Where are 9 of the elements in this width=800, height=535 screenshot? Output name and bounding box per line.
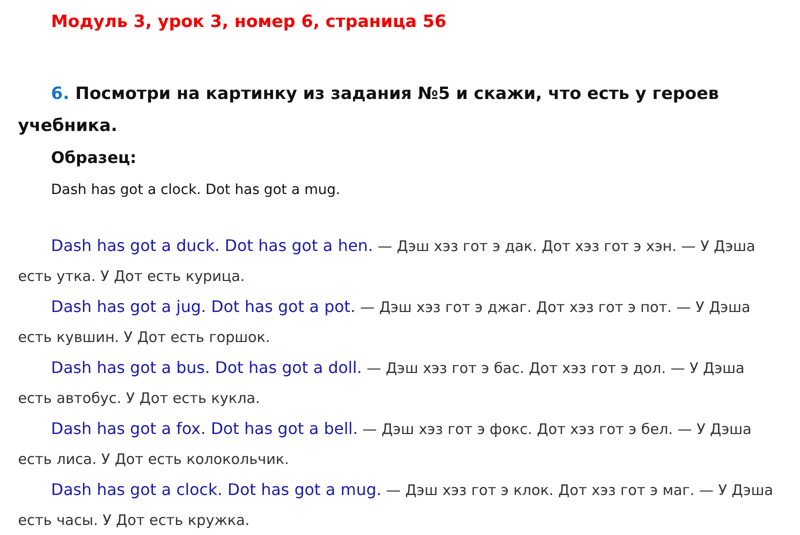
sample-label: Образец: <box>51 147 138 170</box>
answer-paragraph: Dash has got a bus. Dot has got a doll. — Дэш хэз гот э бас. Дот хэз гот э дол. — У Дэша есть автобус. У Дот есть кукла. <box>18 357 746 409</box>
answer-paragraph: Dash has got a duck. Dot has got a hen. — Дэш хэз гот э дак. Дот хэз гот э хэн. — У Дэша есть утка. У Дот есть курица. <box>18 235 756 287</box>
sample-text: Dash has got a clock. Dot has got a mug. <box>51 181 342 200</box>
answer-paragraph: Dash has got a fox. Dot has got a bell. — Дэш хэз гот э фокс. Дот хэз гот э бел. — У Дэша есть лиса. У Дот есть колокольчик. <box>18 418 752 470</box>
answer-paragraph: Dash has got a jug. Dot has got a pot. — Дэш хэз гот э джаг. Дот хэз гот э пот. — У Дэша есть кувшин. У Дот есть горшок. <box>18 296 752 348</box>
task-text: 6. Посмотри на картинку из задания №5 и скажи, что есть у героев учебника. <box>18 83 720 138</box>
answer-paragraph: Dash has got a clock. Dot has got a mug. — Дэш хэз гот э клок. Дот хэз гот э маг. — У Дэша есть часы. У Дот есть кружка. <box>18 479 774 531</box>
page-title: Модуль 3, урок 3, номер 6, страница 56 <box>51 12 448 32</box>
